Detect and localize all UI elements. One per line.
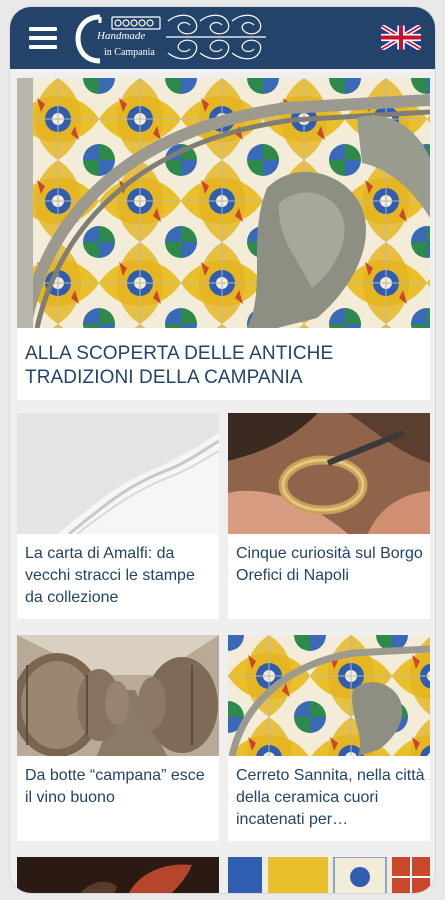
- featured-article-card[interactable]: ALLA SCOPERTA DELLE ANTICHE TRADIZIONI D…: [17, 78, 430, 400]
- featured-article-title: ALLA SCOPERTA DELLE ANTICHE TRADIZIONI D…: [25, 343, 334, 388]
- site-logo[interactable]: Handmade in Campania: [74, 11, 270, 65]
- article-image-paper: [17, 413, 219, 534]
- article-image-barrels: [17, 635, 219, 756]
- featured-article-image: [17, 78, 430, 328]
- article-card[interactable]: La carta di Amalfi: da vecchi stracci le…: [17, 413, 219, 619]
- article-title: Cinque curiosità sul Borgo Orefici di Na…: [236, 545, 423, 584]
- logo-handmade-text: Handmade: [96, 30, 145, 42]
- top-header: Handmade in Campania: [10, 7, 435, 69]
- logo-campania-text: in Campania: [104, 47, 155, 58]
- article-image-ceramics: [228, 635, 430, 756]
- article-card[interactable]: Cinque curiosità sul Borgo Orefici di Na…: [228, 413, 430, 619]
- article-image-partial: [17, 857, 219, 893]
- hamburger-menu-icon[interactable]: [29, 27, 57, 49]
- article-card[interactable]: Da botte “campana” esce il vino buono: [17, 635, 219, 841]
- article-card-partial[interactable]: [17, 857, 219, 893]
- article-title: Cerreto Sannita, nella città della ceram…: [236, 767, 425, 828]
- article-image-partial: [228, 857, 430, 893]
- article-card-partial[interactable]: [228, 857, 430, 893]
- article-card[interactable]: Cerreto Sannita, nella città della ceram…: [228, 635, 430, 841]
- uk-flag-icon[interactable]: [381, 25, 421, 50]
- article-image-ring: [228, 413, 430, 534]
- article-title: La carta di Amalfi: da vecchi stracci le…: [25, 545, 195, 606]
- app-frame: Handmade in Campania ALLA SCOPERTA DELLE…: [9, 6, 436, 894]
- article-list: ALLA SCOPERTA DELLE ANTICHE TRADIZIONI D…: [10, 69, 435, 893]
- article-title: Da botte “campana” esce il vino buono: [25, 767, 205, 806]
